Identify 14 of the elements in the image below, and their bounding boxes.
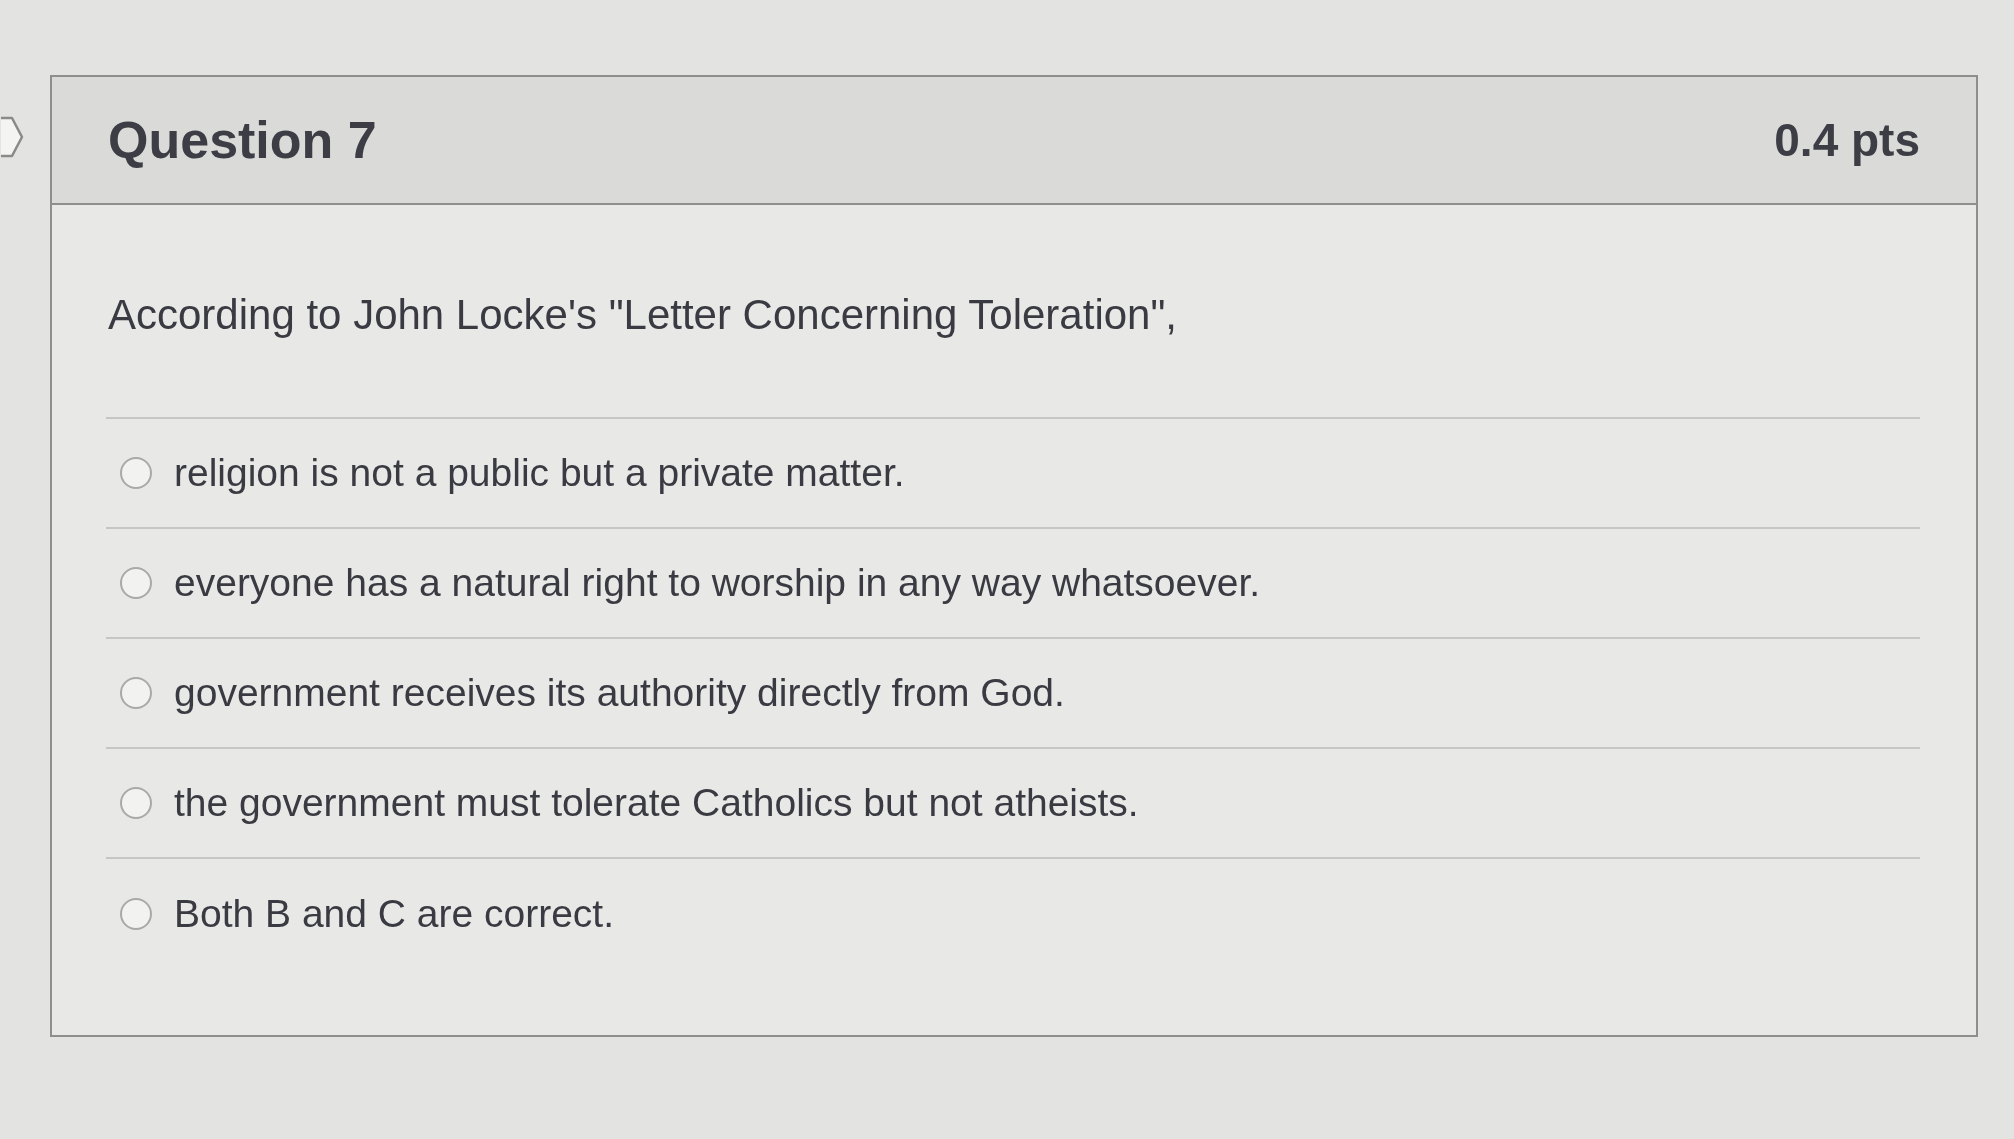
question-text: According to John Locke's "Letter Concerning Toleration",	[108, 290, 1178, 340]
radio-button[interactable]	[120, 787, 152, 819]
answer-option-label[interactable]: the government must tolerate Catholics but not atheists.	[174, 778, 1139, 828]
answer-option-label[interactable]: everyone has a natural right to worship in any way whatsoever.	[174, 558, 1261, 608]
radio-button[interactable]	[120, 567, 152, 599]
answer-option-label[interactable]: government receives its authority directly from God.	[174, 668, 1065, 718]
question-title: Question 7	[108, 110, 377, 170]
radio-button[interactable]	[120, 898, 152, 930]
points-label: 0.4 pts	[1774, 113, 1920, 167]
answer-option-label[interactable]: religion is not a public but a private matter.	[174, 448, 905, 498]
radio-button[interactable]	[120, 677, 152, 709]
chevron-tab-icon[interactable]	[0, 115, 24, 159]
answer-option-label[interactable]: Both B and C are correct.	[174, 889, 615, 939]
radio-button[interactable]	[120, 457, 152, 489]
